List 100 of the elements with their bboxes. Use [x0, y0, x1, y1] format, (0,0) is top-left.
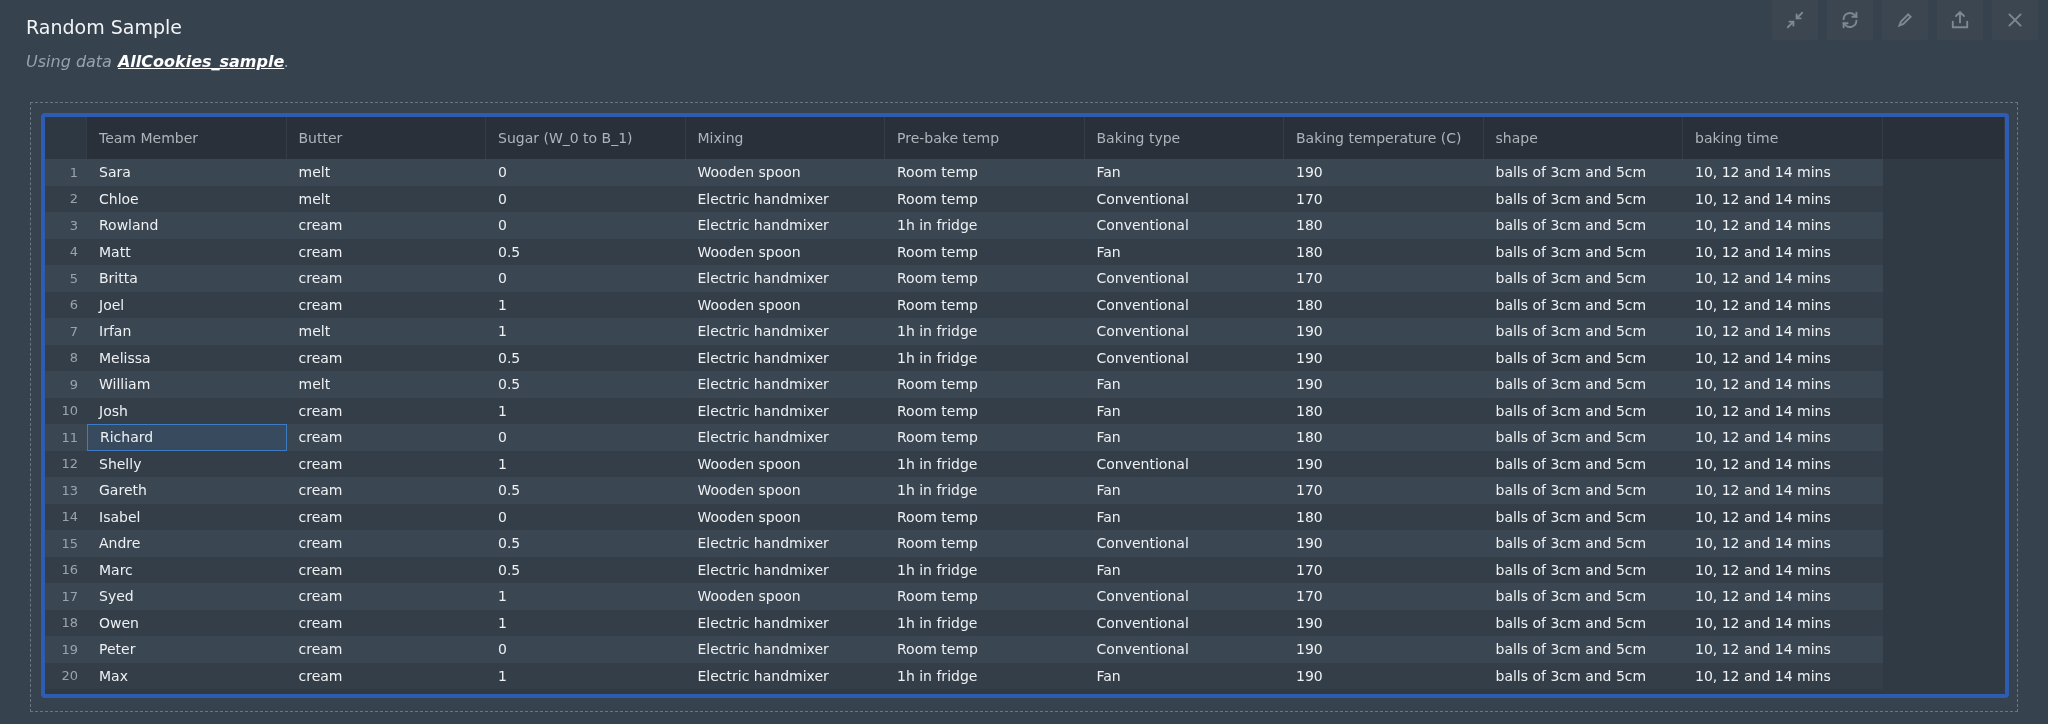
- table-cell[interactable]: 1h in fridge: [885, 477, 1085, 504]
- table-cell[interactable]: 10, 12 and 14 mins: [1683, 477, 1883, 504]
- table-cell[interactable]: cream: [286, 503, 486, 530]
- table-cell[interactable]: melt: [286, 185, 486, 212]
- table-cell[interactable]: 10, 12 and 14 mins: [1683, 662, 1883, 689]
- table-cell[interactable]: Electric handmixer: [685, 609, 885, 636]
- table-cell[interactable]: 180: [1284, 397, 1484, 424]
- table-cell[interactable]: Conventional: [1084, 530, 1284, 557]
- table-cell[interactable]: Electric handmixer: [685, 318, 885, 345]
- table-cell[interactable]: 170: [1284, 583, 1484, 610]
- table-cell[interactable]: balls of 3cm and 5cm: [1483, 636, 1683, 663]
- table-cell[interactable]: balls of 3cm and 5cm: [1483, 450, 1683, 477]
- table-cell[interactable]: 10, 12 and 14 mins: [1683, 424, 1883, 451]
- table-cell[interactable]: Electric handmixer: [685, 212, 885, 239]
- table-cell[interactable]: cream: [286, 238, 486, 265]
- table-cell[interactable]: cream: [286, 530, 486, 557]
- table-cell[interactable]: Conventional: [1084, 318, 1284, 345]
- table-cell[interactable]: Electric handmixer: [685, 397, 885, 424]
- table-cell[interactable]: cream: [286, 583, 486, 610]
- table-cell[interactable]: 1h in fridge: [885, 662, 1085, 689]
- table-cell[interactable]: cream: [286, 424, 486, 451]
- table-cell[interactable]: melt: [286, 371, 486, 398]
- refresh-button[interactable]: [1827, 0, 1873, 40]
- table-cell[interactable]: 10, 12 and 14 mins: [1683, 583, 1883, 610]
- table-cell[interactable]: 10, 12 and 14 mins: [1683, 503, 1883, 530]
- table-cell[interactable]: balls of 3cm and 5cm: [1483, 318, 1683, 345]
- table-cell[interactable]: 1h in fridge: [885, 556, 1085, 583]
- table-cell[interactable]: Joel: [87, 291, 287, 318]
- table-cell[interactable]: Electric handmixer: [685, 265, 885, 292]
- table-cell[interactable]: Conventional: [1084, 344, 1284, 371]
- table-cell[interactable]: Fan: [1084, 503, 1284, 530]
- table-cell[interactable]: 1: [486, 291, 686, 318]
- table-cell[interactable]: Electric handmixer: [685, 185, 885, 212]
- close-button[interactable]: [1992, 0, 2038, 40]
- table-cell[interactable]: Rowland: [87, 212, 287, 239]
- column-header[interactable]: Team Member: [87, 117, 287, 159]
- table-cell[interactable]: cream: [286, 609, 486, 636]
- table-cell[interactable]: balls of 3cm and 5cm: [1483, 159, 1683, 186]
- table-cell[interactable]: Fan: [1084, 159, 1284, 186]
- table-cell[interactable]: Room temp: [885, 371, 1085, 398]
- table-cell[interactable]: Electric handmixer: [685, 556, 885, 583]
- table-cell[interactable]: Irfan: [87, 318, 287, 345]
- table-cell[interactable]: balls of 3cm and 5cm: [1483, 530, 1683, 557]
- table-cell[interactable]: melt: [286, 159, 486, 186]
- table-cell[interactable]: 0.5: [486, 556, 686, 583]
- table-cell[interactable]: Conventional: [1084, 212, 1284, 239]
- table-cell[interactable]: 1h in fridge: [885, 344, 1085, 371]
- column-header[interactable]: Baking temperature (C): [1284, 117, 1484, 159]
- table-cell[interactable]: 1h in fridge: [885, 212, 1085, 239]
- column-header[interactable]: shape: [1483, 117, 1683, 159]
- table-cell[interactable]: balls of 3cm and 5cm: [1483, 424, 1683, 451]
- table-cell[interactable]: 10, 12 and 14 mins: [1683, 291, 1883, 318]
- table-cell[interactable]: 10, 12 and 14 mins: [1683, 238, 1883, 265]
- table-cell[interactable]: Electric handmixer: [685, 662, 885, 689]
- table-cell[interactable]: Wooden spoon: [685, 450, 885, 477]
- table-cell[interactable]: Room temp: [885, 238, 1085, 265]
- table-cell[interactable]: Fan: [1084, 477, 1284, 504]
- table-cell[interactable]: Sara: [87, 159, 287, 186]
- table-cell[interactable]: Syed: [87, 583, 287, 610]
- table-cell[interactable]: 170: [1284, 265, 1484, 292]
- export-button[interactable]: [1937, 0, 1983, 40]
- table-cell[interactable]: cream: [286, 662, 486, 689]
- table-cell[interactable]: Room temp: [885, 424, 1085, 451]
- table-cell[interactable]: 10, 12 and 14 mins: [1683, 212, 1883, 239]
- table-cell[interactable]: Conventional: [1084, 450, 1284, 477]
- table-cell[interactable]: Owen: [87, 609, 287, 636]
- table-cell[interactable]: 10, 12 and 14 mins: [1683, 318, 1883, 345]
- table-cell[interactable]: cream: [286, 265, 486, 292]
- collapse-button[interactable]: [1772, 0, 1818, 40]
- table-cell[interactable]: balls of 3cm and 5cm: [1483, 238, 1683, 265]
- table-cell[interactable]: 190: [1284, 530, 1484, 557]
- table-cell[interactable]: Max: [87, 662, 287, 689]
- table-cell[interactable]: Electric handmixer: [685, 636, 885, 663]
- table-cell[interactable]: 1: [486, 583, 686, 610]
- table-cell[interactable]: balls of 3cm and 5cm: [1483, 503, 1683, 530]
- table-cell[interactable]: Peter: [87, 636, 287, 663]
- table-cell[interactable]: Room temp: [885, 159, 1085, 186]
- table-cell[interactable]: balls of 3cm and 5cm: [1483, 371, 1683, 398]
- table-cell[interactable]: 180: [1284, 212, 1484, 239]
- table-cell[interactable]: Fan: [1084, 238, 1284, 265]
- column-header[interactable]: Mixing: [685, 117, 885, 159]
- table-cell[interactable]: cream: [286, 291, 486, 318]
- column-header[interactable]: Sugar (W_0 to B_1): [486, 117, 686, 159]
- edit-button[interactable]: [1882, 0, 1928, 40]
- table-cell[interactable]: Fan: [1084, 371, 1284, 398]
- table-cell[interactable]: balls of 3cm and 5cm: [1483, 212, 1683, 239]
- table-cell[interactable]: 1: [486, 662, 686, 689]
- table-cell[interactable]: Melissa: [87, 344, 287, 371]
- table-cell[interactable]: Wooden spoon: [685, 477, 885, 504]
- table-cell[interactable]: Room temp: [885, 583, 1085, 610]
- table-cell[interactable]: 180: [1284, 238, 1484, 265]
- table-cell[interactable]: Matt: [87, 238, 287, 265]
- table-cell[interactable]: Conventional: [1084, 636, 1284, 663]
- table-cell[interactable]: 1h in fridge: [885, 318, 1085, 345]
- table-cell[interactable]: Britta: [87, 265, 287, 292]
- table-cell[interactable]: balls of 3cm and 5cm: [1483, 662, 1683, 689]
- table-cell[interactable]: Room temp: [885, 636, 1085, 663]
- table-cell[interactable]: Room temp: [885, 291, 1085, 318]
- table-cell[interactable]: 190: [1284, 159, 1484, 186]
- table-cell[interactable]: Isabel: [87, 503, 287, 530]
